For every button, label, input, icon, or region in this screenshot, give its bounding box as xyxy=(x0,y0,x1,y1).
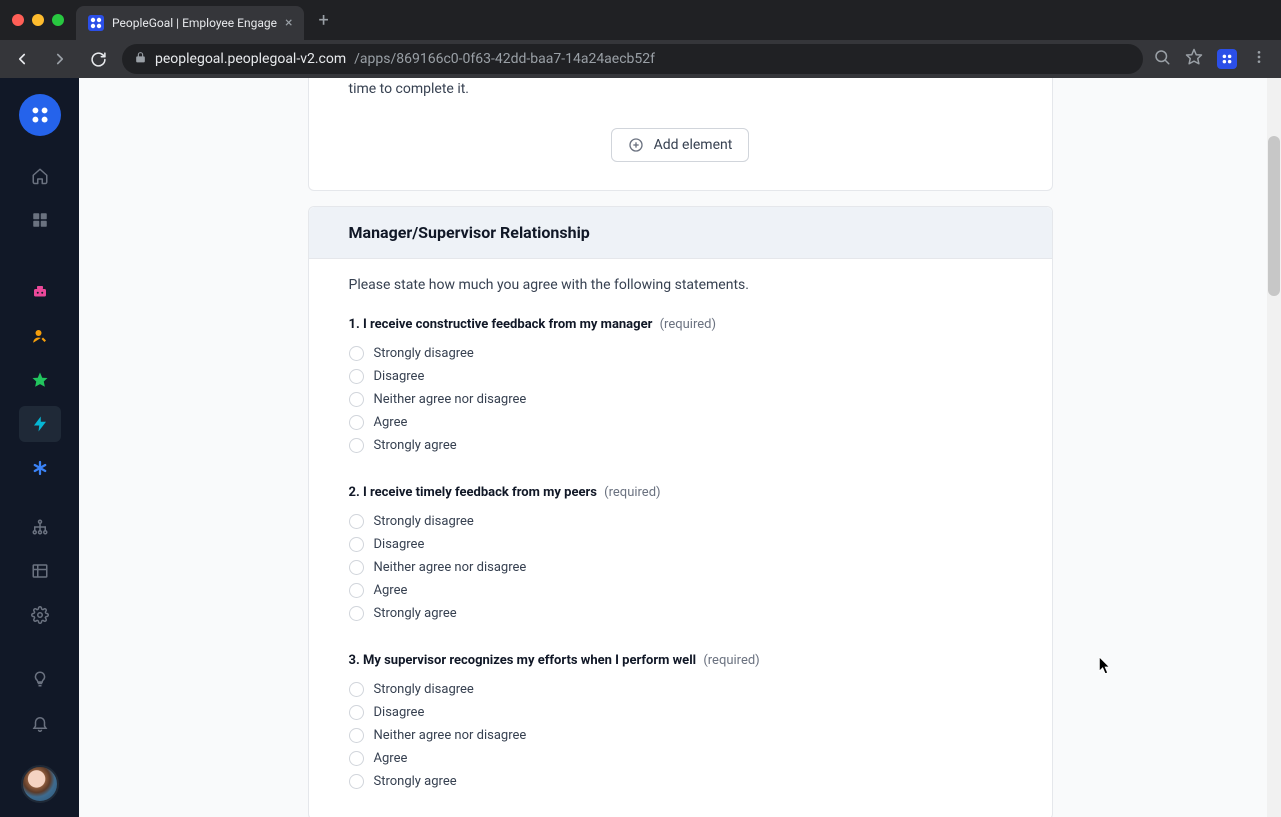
sidebar-robot-icon[interactable] xyxy=(19,274,61,310)
radio-option[interactable]: Neither agree nor disagree xyxy=(349,560,1012,575)
bookmark-star-icon[interactable] xyxy=(1185,48,1203,70)
radio-icon xyxy=(349,346,364,361)
question-block: 1. I receive constructive feedback from … xyxy=(349,317,1012,453)
question-title: 1. I receive constructive feedback from … xyxy=(349,317,1012,332)
required-label: (required) xyxy=(703,653,759,668)
radio-icon xyxy=(349,537,364,552)
tab-title: PeopleGoal | Employee Engage xyxy=(112,16,277,30)
section-description: Please state how much you agree with the… xyxy=(349,277,1012,293)
question-title: 3. My supervisor recognizes my efforts w… xyxy=(349,653,1012,668)
radio-option[interactable]: Agree xyxy=(349,415,1012,430)
radio-option[interactable]: Disagree xyxy=(349,369,1012,384)
window-minimize-button[interactable] xyxy=(32,14,44,26)
intro-card: time to complete it. Add element xyxy=(308,78,1053,191)
new-tab-button[interactable]: + xyxy=(304,10,342,31)
question-block: 2. I receive timely feedback from my pee… xyxy=(349,485,1012,621)
app-logo[interactable] xyxy=(19,94,61,136)
browser-titlebar: PeopleGoal | Employee Engage × + xyxy=(0,0,1281,40)
browser-tab[interactable]: PeopleGoal | Employee Engage × xyxy=(76,6,304,40)
radio-option[interactable]: Neither agree nor disagree xyxy=(349,392,1012,407)
radio-option[interactable]: Disagree xyxy=(349,705,1012,720)
sidebar-bell-icon[interactable] xyxy=(19,705,61,741)
radio-option[interactable]: Agree xyxy=(349,751,1012,766)
sidebar-person-edit-icon[interactable] xyxy=(19,318,61,354)
user-avatar[interactable] xyxy=(21,765,59,803)
plus-circle-icon xyxy=(628,137,644,153)
add-element-label: Add element xyxy=(654,137,733,153)
question-title: 2. I receive timely feedback from my pee… xyxy=(349,485,1012,500)
radio-option[interactable]: Agree xyxy=(349,583,1012,598)
forward-button[interactable] xyxy=(46,45,74,73)
zoom-icon[interactable] xyxy=(1153,48,1171,70)
radio-option[interactable]: Strongly agree xyxy=(349,606,1012,621)
section-title: Manager/Supervisor Relationship xyxy=(309,207,1052,259)
extension-icon[interactable] xyxy=(1217,49,1237,69)
radio-icon xyxy=(349,606,364,621)
browser-menu-icon[interactable] xyxy=(1251,49,1267,69)
tab-favicon-icon xyxy=(88,15,104,31)
sidebar-lightbulb-icon[interactable] xyxy=(19,661,61,697)
radio-option[interactable]: Strongly agree xyxy=(349,438,1012,453)
sidebar-settings-icon[interactable] xyxy=(19,597,61,633)
radio-icon xyxy=(349,514,364,529)
radio-icon xyxy=(349,583,364,598)
app-sidebar xyxy=(0,78,79,817)
address-bar[interactable]: peoplegoal.peoplegoal-v2.com/apps/869166… xyxy=(122,44,1143,74)
sidebar-bolt-icon[interactable] xyxy=(19,406,61,442)
url-host: peoplegoal.peoplegoal-v2.com xyxy=(155,51,346,67)
lock-icon xyxy=(134,51,147,68)
radio-icon xyxy=(349,560,364,575)
sidebar-hierarchy-icon[interactable] xyxy=(19,509,61,545)
radio-option[interactable]: Disagree xyxy=(349,537,1012,552)
sidebar-asterisk-icon[interactable] xyxy=(19,450,61,486)
window-close-button[interactable] xyxy=(12,14,24,26)
window-controls xyxy=(12,14,64,26)
radio-icon xyxy=(349,705,364,720)
window-maximize-button[interactable] xyxy=(52,14,64,26)
intro-text-fragment: time to complete it. xyxy=(349,78,1012,100)
radio-icon xyxy=(349,774,364,789)
add-element-button[interactable]: Add element xyxy=(611,128,750,162)
radio-option[interactable]: Strongly agree xyxy=(349,774,1012,789)
question-block: 3. My supervisor recognizes my efforts w… xyxy=(349,653,1012,789)
sidebar-star-icon[interactable] xyxy=(19,362,61,398)
scrollbar-track[interactable] xyxy=(1267,78,1281,817)
back-button[interactable] xyxy=(8,45,36,73)
main-content: time to complete it. Add element Manager… xyxy=(79,78,1281,817)
radio-option[interactable]: Strongly disagree xyxy=(349,346,1012,361)
radio-icon xyxy=(349,392,364,407)
required-label: (required) xyxy=(604,485,660,500)
toolbar-right xyxy=(1153,48,1273,70)
tab-close-icon[interactable]: × xyxy=(285,15,292,31)
radio-option[interactable]: Neither agree nor disagree xyxy=(349,728,1012,743)
radio-icon xyxy=(349,415,364,430)
section-card: Manager/Supervisor Relationship Please s… xyxy=(308,206,1053,817)
radio-option[interactable]: Strongly disagree xyxy=(349,514,1012,529)
url-path: /apps/869166c0-0f63-42dd-baa7-14a24aecb5… xyxy=(354,51,655,67)
radio-icon xyxy=(349,438,364,453)
sidebar-apps-icon[interactable] xyxy=(19,202,61,238)
scrollbar-thumb[interactable] xyxy=(1268,136,1280,296)
radio-icon xyxy=(349,369,364,384)
browser-toolbar: peoplegoal.peoplegoal-v2.com/apps/869166… xyxy=(0,40,1281,78)
radio-option[interactable]: Strongly disagree xyxy=(349,682,1012,697)
radio-icon xyxy=(349,682,364,697)
sidebar-table-icon[interactable] xyxy=(19,553,61,589)
radio-icon xyxy=(349,728,364,743)
required-label: (required) xyxy=(660,317,716,332)
sidebar-home-icon[interactable] xyxy=(19,158,61,194)
radio-icon xyxy=(349,751,364,766)
reload-button[interactable] xyxy=(84,45,112,73)
